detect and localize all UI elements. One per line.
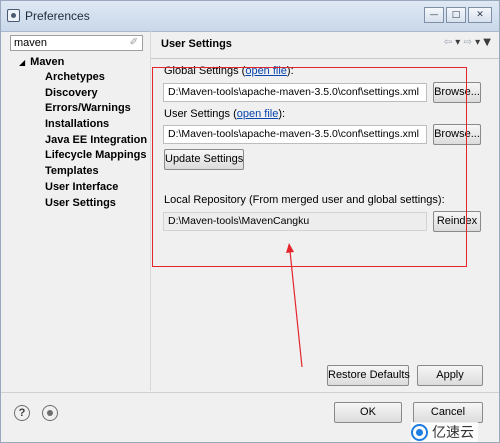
tree-item-discovery[interactable]: Discovery <box>45 86 147 102</box>
back-dropdown-icon[interactable]: ▾ <box>455 37 460 48</box>
tree-item-maven-label: Maven <box>30 56 65 68</box>
tree-item-templates[interactable]: Templates <box>45 164 147 180</box>
tree-item-archetypes[interactable]: Archetypes <box>45 70 147 86</box>
ok-button[interactable]: OK <box>334 402 402 423</box>
filter-input[interactable]: maven ✐ <box>10 35 143 51</box>
panel-divider[interactable] <box>150 31 151 391</box>
tree-item-errors-warnings[interactable]: Errors/Warnings <box>45 101 147 117</box>
help-icon[interactable]: ? <box>14 405 30 421</box>
back-arrow-icon[interactable]: ⇦ <box>444 37 452 48</box>
watermark-text: 亿速云 <box>432 425 474 441</box>
filter-input-value: maven <box>14 37 48 49</box>
arrow-head <box>286 243 294 253</box>
maven-children: Archetypes Discovery Errors/Warnings Ins… <box>45 70 147 211</box>
maximize-button[interactable]: □ <box>446 7 466 23</box>
close-button[interactable]: ✕ <box>468 7 492 23</box>
watermark: 亿速云 <box>411 422 478 442</box>
minimize-button[interactable]: — <box>424 7 444 23</box>
preferences-window: Preferences — □ ✕ maven ✐ ◢ Maven Archety… <box>0 0 500 443</box>
watermark-logo-icon <box>411 423 428 441</box>
red-annotation-arrow <box>286 243 303 368</box>
tree-item-java-ee-integration[interactable]: Java EE Integration <box>45 133 147 149</box>
page-title: User Settings <box>161 38 232 50</box>
forward-arrow-icon[interactable]: ⇨ <box>464 37 472 48</box>
tree-item-user-settings[interactable]: User Settings <box>45 196 147 212</box>
history-navigation: ⇦ ▾ ⇨ ▾ ▼ <box>444 37 491 48</box>
expand-triangle-icon[interactable]: ◢ <box>19 58 25 67</box>
clear-filter-icon[interactable]: ✐ <box>130 37 138 48</box>
footer-separator <box>1 392 499 393</box>
window-title: Preferences <box>25 9 90 23</box>
tree-item-lifecycle-mappings[interactable]: Lifecycle Mappings <box>45 148 147 164</box>
cancel-button[interactable]: Cancel <box>413 402 483 423</box>
record-macro-icon[interactable] <box>42 405 58 421</box>
window-controls: — □ ✕ <box>422 7 492 23</box>
preferences-icon <box>7 9 20 22</box>
red-highlight-box <box>152 67 467 267</box>
tree-item-user-interface[interactable]: User Interface <box>45 180 147 196</box>
tree-item-installations[interactable]: Installations <box>45 117 147 133</box>
arrow-line <box>289 250 303 368</box>
title-bar: Preferences — □ ✕ <box>1 1 499 32</box>
view-menu-icon[interactable]: ▼ <box>483 37 491 48</box>
forward-dropdown-icon[interactable]: ▾ <box>475 37 480 48</box>
apply-button[interactable]: Apply <box>417 365 483 386</box>
tree-item-maven[interactable]: ◢ Maven <box>19 56 64 68</box>
restore-defaults-button[interactable]: Restore Defaults <box>327 365 410 386</box>
page-header: User Settings ⇦ ▾ ⇨ ▾ ▼ <box>151 32 499 59</box>
